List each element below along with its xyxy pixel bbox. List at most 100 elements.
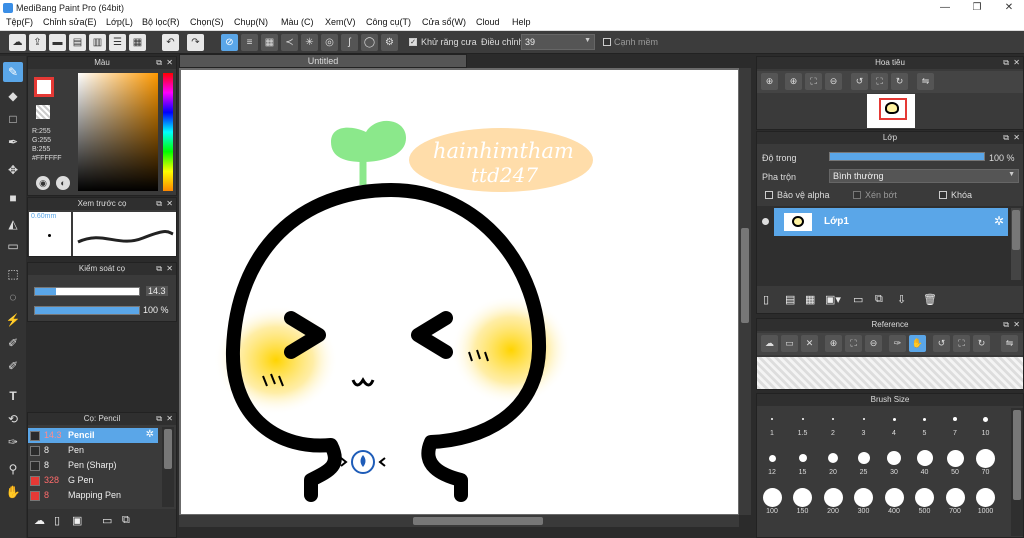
tab-untitled[interactable]: Untitled <box>179 54 467 68</box>
menu-select[interactable]: Chọn(S) <box>190 17 224 27</box>
redo-icon[interactable]: ↷ <box>187 34 204 51</box>
brush-size-value[interactable]: 14.3 <box>146 286 168 296</box>
open-folder-icon[interactable]: ▭ <box>781 335 798 352</box>
brush-size-option[interactable]: 100 <box>757 486 787 515</box>
color-square[interactable] <box>78 73 158 191</box>
panel-icon[interactable]: ▦ <box>129 34 146 51</box>
menu-help[interactable]: Help <box>512 17 531 27</box>
undock-icon[interactable]: ⧉ <box>156 198 162 210</box>
undock-icon[interactable]: ⧉ <box>1003 319 1009 331</box>
close-icon[interactable]: ✕ <box>166 263 173 275</box>
brush-size-option[interactable]: 5 <box>910 408 940 437</box>
folder-icon[interactable]: ▭ <box>853 293 863 306</box>
brush-size-option[interactable]: 1 <box>757 408 787 437</box>
brush-size-option[interactable]: 4 <box>879 408 909 437</box>
gear-icon[interactable]: ✲ <box>146 429 154 440</box>
undock-icon[interactable]: ⧉ <box>1003 132 1009 144</box>
smooth-checkbox[interactable] <box>603 38 611 46</box>
undo-icon[interactable]: ↶ <box>162 34 179 51</box>
brush-item[interactable]: 8 Mapping Pen <box>28 488 158 503</box>
brush-size-option[interactable]: 300 <box>849 486 879 515</box>
rotate-right-icon[interactable]: ↻ <box>891 73 908 90</box>
hand-tool-icon[interactable]: ✋ <box>3 482 23 502</box>
undock-icon[interactable]: ⧉ <box>156 263 162 275</box>
menu-view[interactable]: Xem(V) <box>325 17 356 27</box>
new-file-icon[interactable]: ▤ <box>69 34 86 51</box>
menu-tools[interactable]: Công cụ(T) <box>366 17 411 27</box>
visibility-icon[interactable] <box>762 218 769 225</box>
radial-snap-icon[interactable]: ✳ <box>301 34 318 51</box>
lock-checkbox[interactable] <box>939 191 947 199</box>
text-tool-icon[interactable]: T <box>3 386 23 406</box>
fill-tool-icon[interactable]: ◭ <box>3 214 23 234</box>
new-brush-icon[interactable]: ▯ <box>54 514 60 527</box>
close-icon[interactable]: ✕ <box>166 413 173 425</box>
brush-size-slider[interactable] <box>34 287 140 296</box>
dropper-tool-icon[interactable]: ⚲ <box>3 459 23 479</box>
cloud-icon[interactable]: ☁ <box>761 335 778 352</box>
undock-icon[interactable]: ⧉ <box>156 57 162 69</box>
layer-opacity-slider[interactable] <box>829 152 985 161</box>
palette-icon[interactable]: ◉ <box>36 176 50 190</box>
menu-window[interactable]: Cửa sổ(W) <box>422 17 466 27</box>
actual-size-icon[interactable]: ⛶ <box>871 73 888 90</box>
hand-icon[interactable]: ✋ <box>909 335 926 352</box>
reference-canvas[interactable] <box>757 357 1023 389</box>
menu-color[interactable]: Màu (C) <box>281 17 314 27</box>
close-icon[interactable]: ✕ <box>166 57 173 69</box>
eyedropper-icon[interactable]: ✑ <box>889 335 906 352</box>
magic-wand-icon[interactable]: ⚡ <box>3 310 23 330</box>
shape-tool-icon[interactable]: ■ <box>3 188 23 208</box>
new-layer-1bit-icon[interactable]: ▦ <box>805 293 815 306</box>
brush-size-option[interactable]: 12 <box>757 447 787 476</box>
layer-row[interactable]: Lớp1 ✲ <box>774 208 1008 236</box>
vertical-scrollbar[interactable] <box>739 68 751 515</box>
perspective-snap-icon[interactable]: ≺ <box>281 34 298 51</box>
comment-icon[interactable]: ▬ <box>49 34 66 51</box>
color-picker-icon[interactable]: ◐ <box>56 176 70 190</box>
circle-snap-icon[interactable]: ◎ <box>321 34 338 51</box>
correction-select[interactable]: 39 ▼ <box>521 34 595 50</box>
zoom-in-icon[interactable]: ⊕ <box>825 335 842 352</box>
layer-scrollbar[interactable] <box>1011 208 1021 280</box>
hue-slider[interactable] <box>163 73 173 191</box>
zoom-out-icon[interactable]: ⊖ <box>865 335 882 352</box>
brush-size-option[interactable]: 3 <box>849 408 879 437</box>
copy-icon[interactable]: ⧉ <box>122 514 130 527</box>
brush-item[interactable]: 8 Pen <box>28 443 158 458</box>
eraser-tool-icon[interactable]: ◆ <box>3 86 23 106</box>
menu-capture[interactable]: Chụp(N) <box>234 17 268 27</box>
close-icon[interactable]: ✕ <box>166 198 173 210</box>
select-tool-icon[interactable]: ⬚ <box>3 264 23 284</box>
add-layer-menu-icon[interactable]: ▣▾ <box>825 293 841 306</box>
new-layer-8bit-icon[interactable]: ▤ <box>785 293 795 306</box>
move-tool-icon[interactable]: ✥ <box>3 160 23 180</box>
grid-snap-icon[interactable]: ▦ <box>261 34 278 51</box>
brush-size-option[interactable]: 2 <box>818 408 848 437</box>
document-icon[interactable]: ▥ <box>89 34 106 51</box>
menu-edit[interactable]: Chỉnh sửa(E) <box>43 17 97 27</box>
zoom-out-icon[interactable]: ⊖ <box>825 73 842 90</box>
ellipse-snap-icon[interactable]: ◯ <box>361 34 378 51</box>
cloud-download-icon[interactable]: ☁ <box>34 514 45 527</box>
snap-settings-icon[interactable]: ⚙ <box>381 34 398 51</box>
drawing-canvas[interactable]: hainhimtham ttd247 <box>181 70 738 514</box>
brush-size-option[interactable]: 15 <box>788 447 818 476</box>
zoom-in-icon[interactable]: ⊕ <box>785 73 802 90</box>
horizontal-scrollbar[interactable] <box>179 515 739 527</box>
brush-size-option[interactable]: 20 <box>818 447 848 476</box>
protect-alpha-checkbox[interactable] <box>765 191 773 199</box>
add-brush-icon[interactable]: ▣ <box>72 514 82 527</box>
brush-size-option[interactable]: 700 <box>940 486 970 515</box>
undock-icon[interactable]: ⧉ <box>1003 57 1009 69</box>
rotate-right-icon[interactable]: ↻ <box>973 335 990 352</box>
brush-size-option[interactable]: 200 <box>818 486 848 515</box>
menu-file[interactable]: Tệp(F) <box>6 17 33 27</box>
minimize-button[interactable]: — <box>930 0 960 16</box>
close-icon[interactable]: ✕ <box>1013 319 1020 331</box>
menu-layer[interactable]: Lớp(L) <box>106 17 133 27</box>
brush-size-option[interactable]: 1.5 <box>788 408 818 437</box>
brush-item[interactable]: 14.3 Pencil ✲ <box>28 428 158 443</box>
brush-list-scrollbar[interactable] <box>162 427 174 507</box>
brush-item[interactable]: 328 G Pen <box>28 473 158 488</box>
